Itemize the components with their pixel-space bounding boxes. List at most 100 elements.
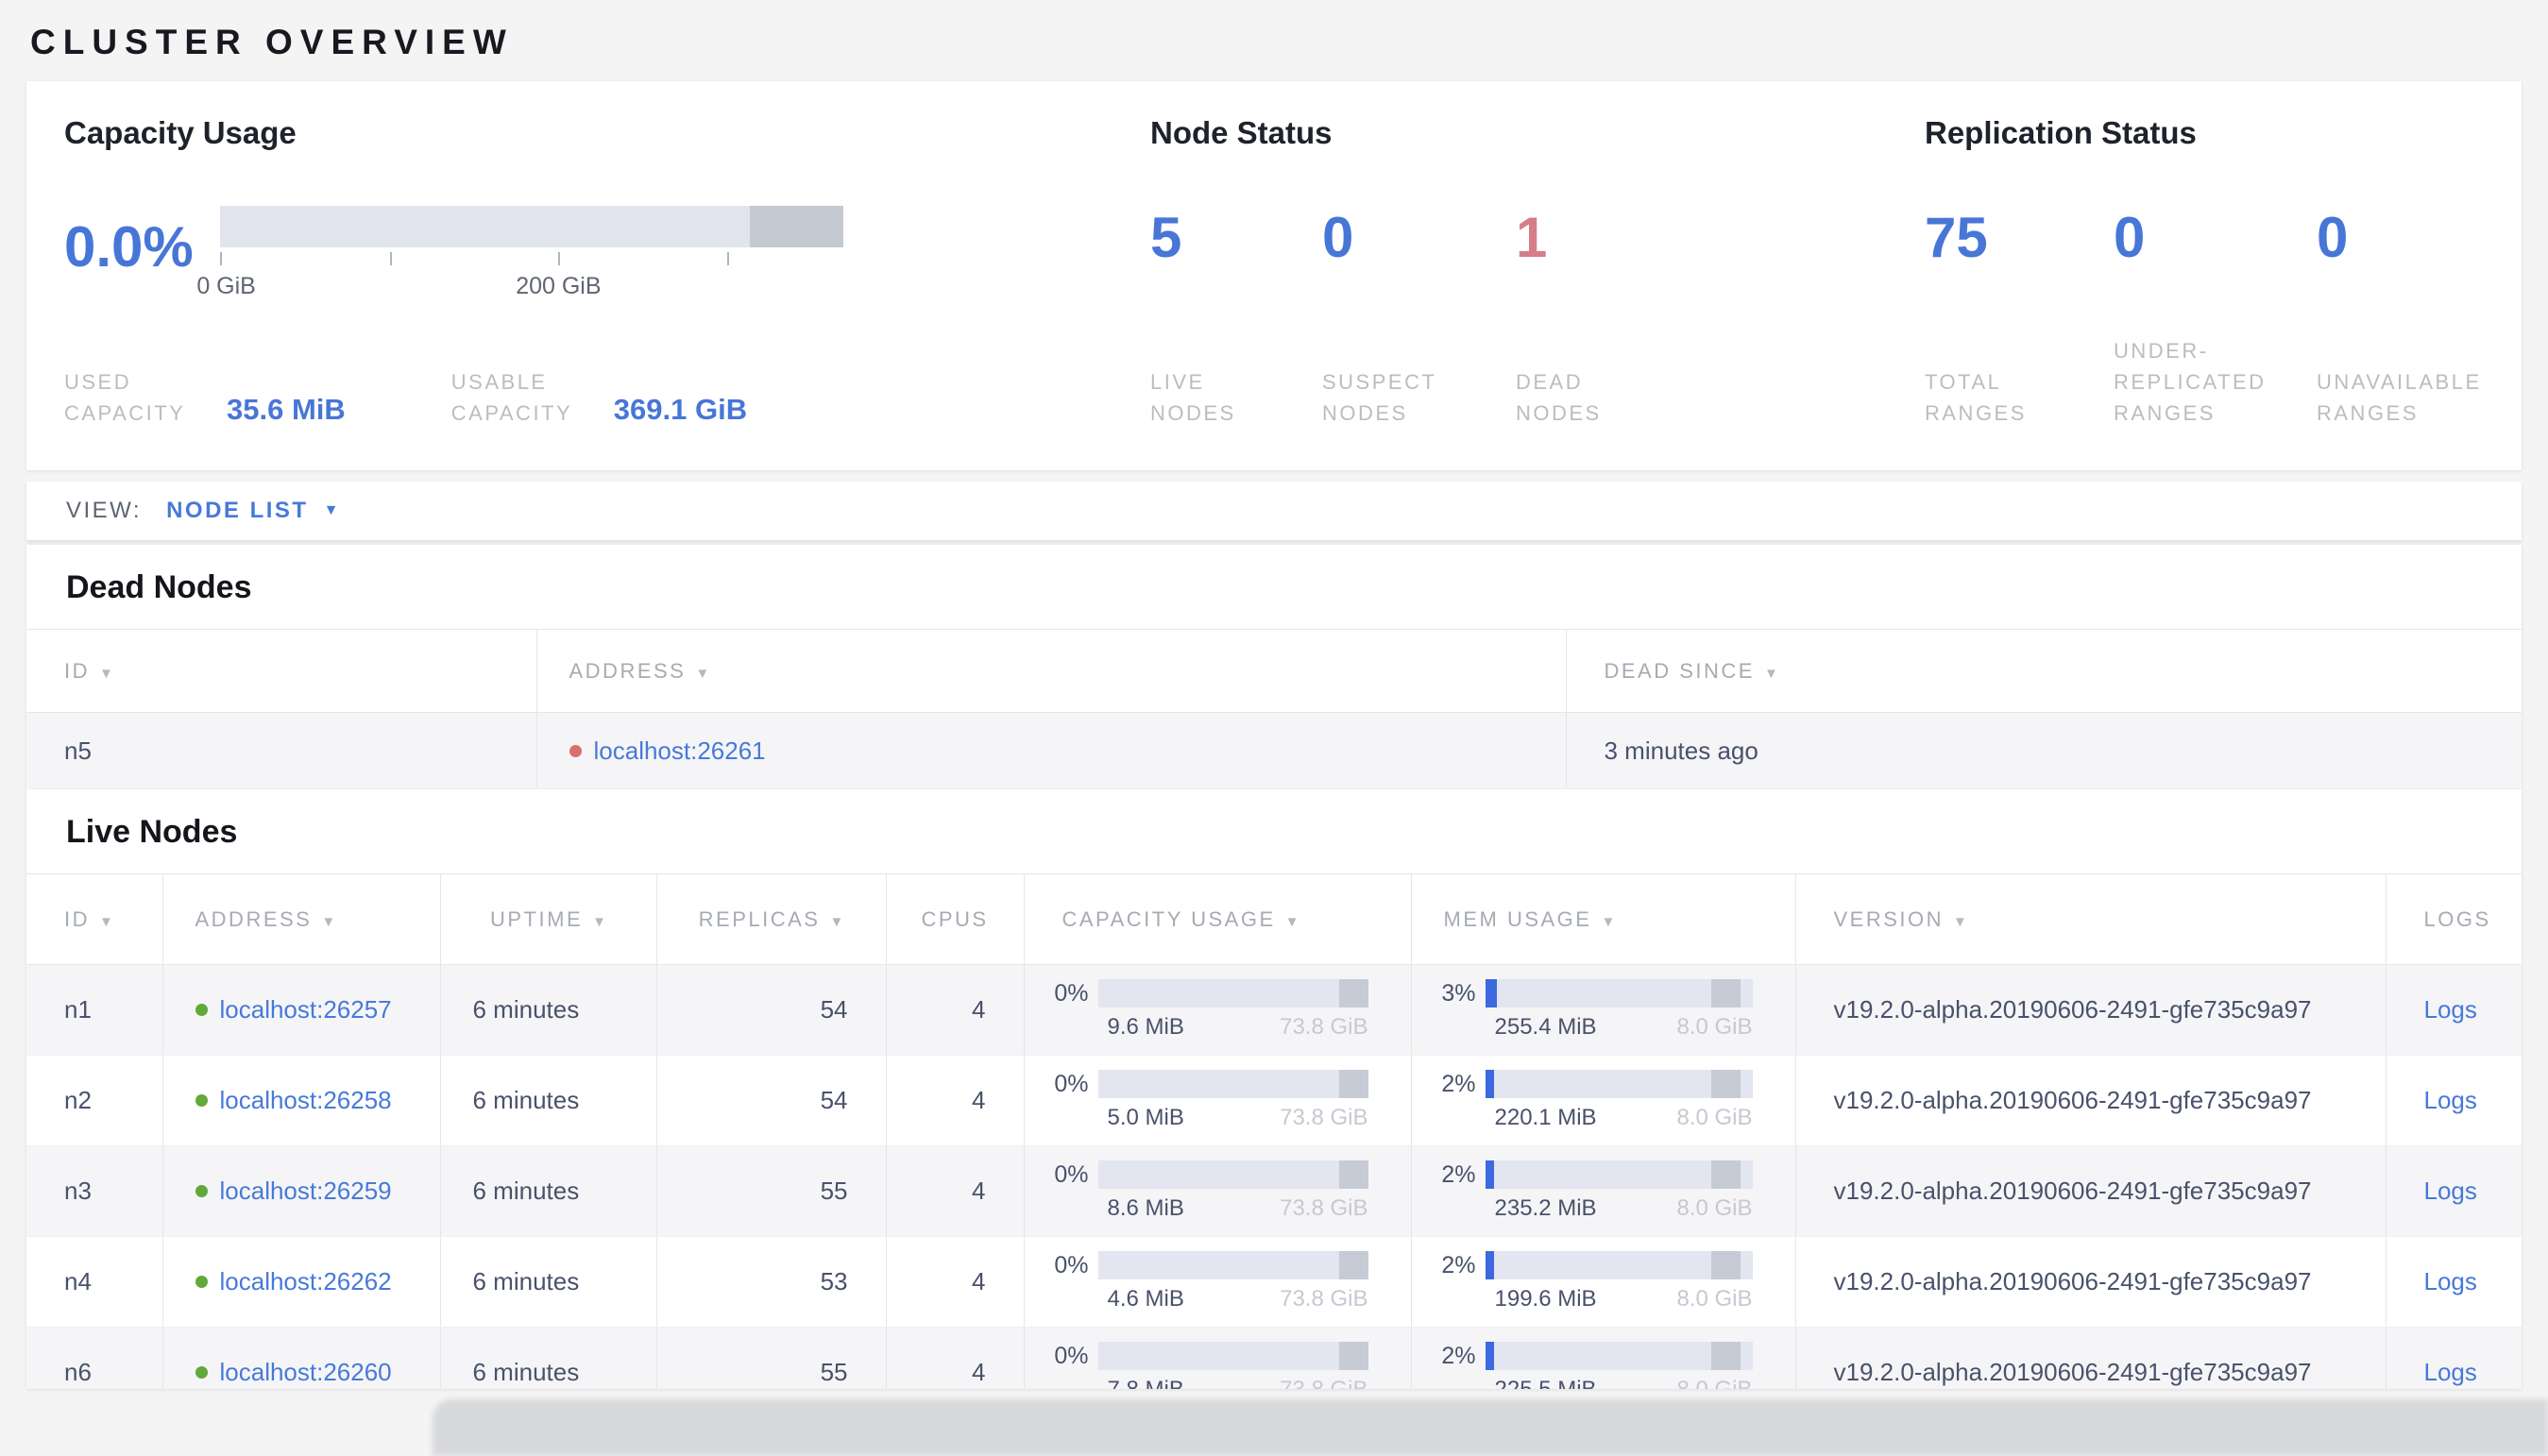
under-replicated-count: 0 [2114, 206, 2146, 269]
live-col-mem-header[interactable]: MEM USAGE ▼ [1410, 873, 1795, 965]
dead-nodes-label: DEAD NODES [1516, 370, 1602, 425]
under-replicated-label: UNDER-REPLICATED RANGES [2114, 339, 2267, 425]
dead-nodes-table: ID ▼ ADDRESS ▼ DEAD SINCE ▼ n5 localhost… [26, 629, 2522, 789]
axis-label-200: 200 GiB [516, 273, 602, 299]
live-node-address-link[interactable]: localhost:26258 [220, 1086, 392, 1115]
live-node-cpus: 4 [885, 1055, 1024, 1146]
capacity-usage-section: Capacity Usage 0.0% 0 GiB 200 GiB USED C… [64, 115, 1150, 429]
mem-bar-fill [1485, 1342, 1495, 1370]
mem-bar-reserved-segment [1710, 979, 1741, 1007]
live-node-logs-link[interactable]: Logs [2424, 995, 2477, 1024]
live-nodes-count: 5 [1150, 206, 1182, 269]
capacity-bar-track [220, 206, 843, 247]
capacity-total-value: 73.8 GiB [1280, 1286, 1368, 1312]
live-node-cpus: 4 [885, 1327, 1024, 1389]
dead-nodes-stat: 1 DEAD NODES [1516, 196, 1629, 429]
live-node-row: n4 localhost:26262 6 minutes 53 4 0% 4.6 [26, 1236, 2522, 1328]
live-nodes-label: LIVE NODES [1150, 370, 1236, 425]
dead-col-dead-since-header[interactable]: DEAD SINCE ▼ [1565, 629, 2522, 713]
axis-tick [727, 252, 730, 265]
mem-bar [1485, 979, 1753, 1007]
mem-used-value: 225.5 MiB [1495, 1377, 1597, 1389]
live-node-address-link[interactable]: localhost:26257 [220, 995, 392, 1024]
view-dropdown-selected[interactable]: NODE LIST [166, 498, 309, 524]
bottom-cutoff-band [433, 1399, 2548, 1456]
live-node-address-link[interactable]: localhost:26259 [220, 1177, 392, 1206]
live-col-replicas-header[interactable]: REPLICAS ▼ [655, 873, 886, 965]
usable-capacity-label: USABLE CAPACITY [450, 370, 573, 425]
capacity-bar-reserved-segment [1339, 1342, 1368, 1370]
node-status-section: Node Status 5 LIVE NODES 0 SUSPECT NODES… [1150, 115, 1925, 429]
capacity-usage-cell: 0% 9.6 MiB 73.8 GiB [1025, 979, 1411, 1041]
mem-bar-fill [1485, 1251, 1495, 1279]
live-node-version: v19.2.0-alpha.20190606-2491-gfe735c9a97 [1794, 964, 2386, 1056]
mem-percent-label: 2% [1441, 1342, 1476, 1369]
total-ranges-label: TOTAL RANGES [1925, 370, 2027, 425]
live-col-capacity-header[interactable]: CAPACITY USAGE ▼ [1023, 873, 1411, 965]
dead-nodes-section-title: Dead Nodes [66, 569, 252, 605]
capacity-bar [1097, 1342, 1368, 1370]
dead-node-address-link[interactable]: localhost:26261 [594, 736, 766, 766]
capacity-usage-cell: 0% 5.0 MiB 73.8 GiB [1025, 1070, 1411, 1131]
live-nodes-body: n1 localhost:26257 6 minutes 54 4 0% 9.6 [26, 964, 2522, 1389]
dead-node-dead-since: 3 minutes ago [1565, 712, 2522, 789]
replication-status-section: Replication Status 75 TOTAL RANGES 0 UND… [1925, 115, 2522, 429]
live-nodes-header-row: ID ▼ ADDRESS ▼ UPTIME ▼ REPLICAS ▼ CPUS CAPA… [26, 873, 2522, 965]
sort-desc-icon: ▼ [1601, 913, 1616, 930]
live-node-row: n3 localhost:26259 6 minutes 55 4 0% 8.6 [26, 1145, 2522, 1237]
view-dropdown[interactable]: NODE LIST ▼ [166, 498, 338, 524]
capacity-percent-label: 0% [1054, 1160, 1089, 1188]
mem-used-value: 199.6 MiB [1494, 1286, 1597, 1312]
sort-desc-icon: ▼ [1953, 913, 1967, 930]
mem-total-value: 8.0 GiB [1676, 1105, 1753, 1130]
live-node-replicas: 53 [655, 1236, 886, 1328]
unavailable-ranges-label: UNAVAILABLE RANGES [2317, 370, 2482, 425]
sort-desc-icon: ▼ [99, 665, 113, 682]
capacity-bar [1097, 1070, 1368, 1098]
capacity-used-value: 5.0 MiB [1107, 1105, 1184, 1130]
mem-used-value: 235.2 MiB [1494, 1195, 1597, 1221]
capacity-bar-chart: 0 GiB 200 GiB [196, 206, 843, 301]
axis-tick [220, 252, 222, 265]
capacity-bar-reserved-segment [1339, 979, 1368, 1007]
capacity-usage-cell: 0% 7.8 MiB 73.8 GiB [1025, 1342, 1411, 1389]
axis-tick [558, 252, 561, 265]
capacity-axis-ticks [220, 252, 843, 267]
live-node-logs-link[interactable]: Logs [2424, 1177, 2477, 1205]
used-capacity-label: USED CAPACITY [64, 370, 186, 425]
sort-desc-icon: ▼ [1763, 665, 1778, 682]
live-node-logs-link[interactable]: Logs [2424, 1086, 2477, 1114]
live-node-logs-link[interactable]: Logs [2424, 1358, 2477, 1386]
live-node-version: v19.2.0-alpha.20190606-2491-gfe735c9a97 [1794, 1327, 2386, 1389]
live-col-address-header[interactable]: ADDRESS ▼ [161, 873, 440, 965]
live-node-logs-link[interactable]: Logs [2424, 1267, 2477, 1295]
live-node-id: n4 [26, 1236, 162, 1328]
dead-nodes-count: 1 [1516, 206, 1548, 269]
dead-col-address-header[interactable]: ADDRESS ▼ [535, 629, 1566, 713]
live-node-address-link[interactable]: localhost:26260 [220, 1358, 392, 1387]
page-title: CLUSTER OVERVIEW [30, 23, 514, 61]
mem-bar [1485, 1070, 1753, 1098]
live-col-id-header[interactable]: ID ▼ [26, 873, 162, 965]
live-node-id: n1 [26, 964, 162, 1056]
sort-desc-icon: ▼ [592, 913, 606, 930]
mem-bar-fill [1485, 979, 1498, 1007]
dead-col-id-header[interactable]: ID ▼ [26, 629, 536, 713]
mem-total-value: 8.0 GiB [1676, 1286, 1753, 1312]
node-list-panel: Dead Nodes ID ▼ ADDRESS ▼ DEAD SINCE ▼ n… [26, 545, 2522, 1389]
live-node-cpus: 4 [885, 964, 1024, 1056]
capacity-bar-other-segment [750, 206, 843, 247]
live-col-uptime-header[interactable]: UPTIME ▼ [439, 873, 656, 965]
mem-usage-cell: 3% 255.4 MiB 8.0 GiB [1412, 979, 1795, 1041]
axis-tick [389, 252, 392, 265]
suspect-nodes-label: SUSPECT NODES [1322, 370, 1437, 425]
capacity-bar-reserved-segment [1339, 1251, 1368, 1279]
live-col-version-header[interactable]: VERSION ▼ [1794, 873, 2386, 965]
live-node-address-link[interactable]: localhost:26262 [220, 1267, 392, 1296]
mem-bar [1485, 1342, 1753, 1370]
total-ranges-stat: 75 TOTAL RANGES [1925, 196, 2114, 429]
replication-status-title: Replication Status [1925, 115, 2197, 150]
capacity-total-value: 73.8 GiB [1280, 1195, 1368, 1221]
live-node-uptime: 6 minutes [439, 1145, 656, 1237]
live-status-dot-icon [195, 1366, 208, 1379]
